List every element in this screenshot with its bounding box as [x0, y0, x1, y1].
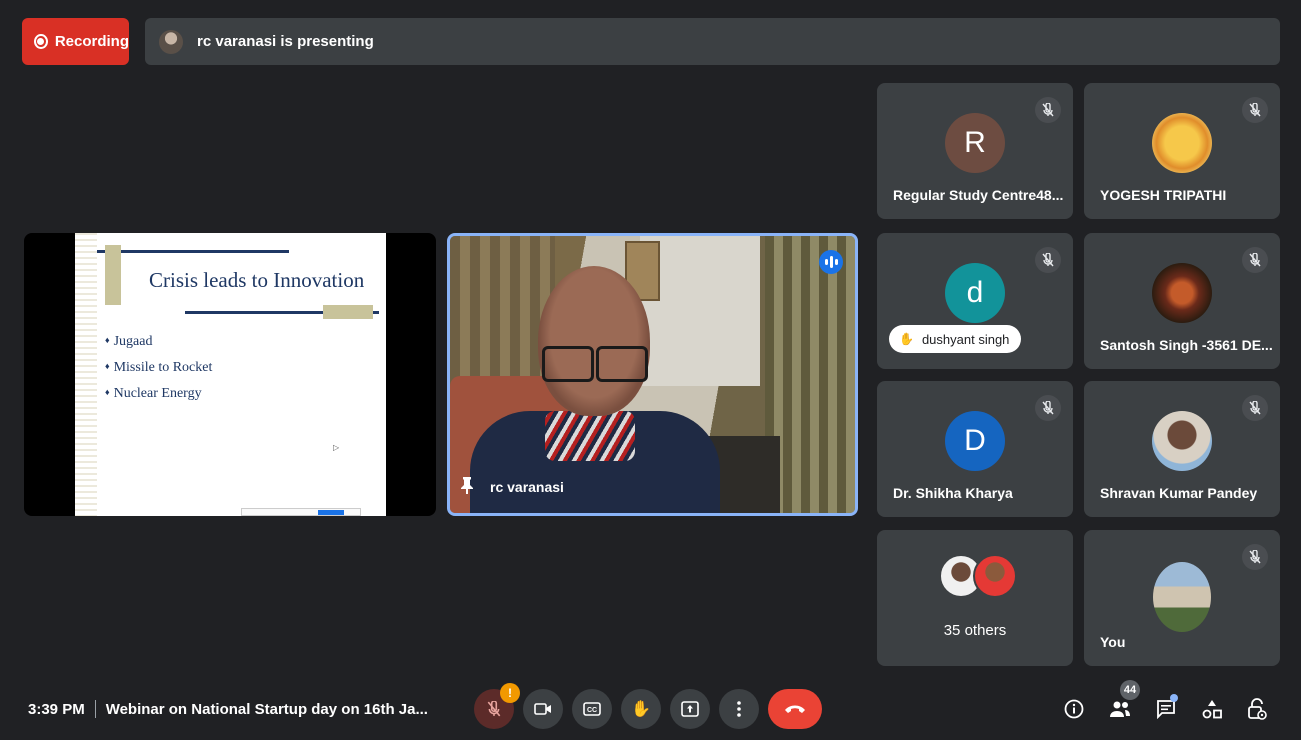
camera-icon	[534, 703, 551, 715]
people-icon	[1110, 701, 1130, 717]
host-controls-icon	[1248, 698, 1267, 720]
mic-off-icon	[1242, 97, 1268, 123]
participant-name: You	[1100, 634, 1126, 650]
participant-name: YOGESH TRIPATHI	[1100, 187, 1227, 203]
participant-tile[interactable]: d ✋ dushyant singh	[877, 233, 1073, 369]
recording-label: Recording	[54, 33, 129, 50]
slide-bullet: Jugaad	[105, 328, 212, 354]
slide-title: Crisis leads to Innovation	[149, 268, 365, 292]
mic-off-icon	[487, 701, 501, 717]
raise-hand-button[interactable]: ✋	[621, 689, 661, 729]
host-controls-button[interactable]	[1245, 697, 1269, 721]
speaker-label: rc varanasi	[460, 476, 564, 497]
avatar	[973, 554, 1017, 598]
slide-accent-bar	[105, 245, 121, 305]
presenting-text: rc varanasi is presenting	[197, 33, 374, 50]
presenting-banner: rc varanasi is presenting	[145, 18, 1280, 65]
mic-off-icon	[1242, 247, 1268, 273]
more-options-icon	[737, 701, 741, 717]
clock-time: 3:39 PM	[28, 700, 85, 718]
avatar: D	[945, 411, 1005, 471]
activities-icon	[1202, 700, 1222, 719]
avatar: R	[945, 113, 1005, 173]
others-count: 35 others	[943, 622, 1007, 639]
captions-icon: CC	[583, 702, 601, 716]
participant-name: dushyant singh	[921, 331, 1010, 347]
pin-icon[interactable]	[460, 476, 474, 497]
presentation-slide: Crisis leads to Innovation Jugaad Missil…	[75, 233, 386, 516]
slide-bullet-list: Jugaad Missile to Rocket Nuclear Energy	[105, 328, 213, 406]
slide-divider	[97, 250, 289, 253]
participant-name: Santosh Singh -3561 DE...	[1100, 337, 1273, 353]
avatar	[1153, 562, 1211, 632]
slide-accent-bar	[323, 305, 373, 319]
participant-name: Shravan Kumar Pandey	[1100, 485, 1258, 501]
captions-button[interactable]: CC	[572, 689, 612, 729]
avatar: d	[945, 263, 1005, 323]
participant-tile[interactable]: D Dr. Shikha Kharya	[877, 381, 1073, 517]
meeting-info-button[interactable]	[1062, 697, 1086, 721]
meeting-title: Webinar on National Startup day on 16th …	[105, 700, 428, 718]
avatar	[1152, 113, 1212, 173]
slide-stripes	[75, 233, 97, 516]
participant-name: Regular Study Centre48...	[893, 187, 1064, 203]
mic-off-icon	[1035, 97, 1061, 123]
camera-toggle-button[interactable]	[523, 689, 563, 729]
speaker-name: rc varanasi	[490, 478, 564, 495]
mic-off-icon	[1242, 395, 1268, 421]
speaker-head	[538, 266, 650, 416]
divider	[94, 700, 96, 718]
warning-badge: !	[500, 683, 520, 703]
cursor-icon: ▷	[333, 443, 340, 452]
participant-tile[interactable]: Shravan Kumar Pandey	[1084, 381, 1280, 517]
others-tile[interactable]: 35 others	[877, 530, 1073, 666]
mic-off-icon	[1242, 544, 1268, 570]
presenter-avatar	[159, 29, 183, 54]
chat-icon	[1157, 700, 1175, 719]
present-icon	[681, 701, 699, 717]
unread-dot	[1170, 694, 1178, 702]
participant-name: Dr. Shikha Kharya	[893, 485, 1013, 501]
slide-bullet: Missile to Rocket	[105, 354, 213, 380]
mic-toggle-button[interactable]: !	[474, 683, 520, 729]
record-icon	[34, 34, 48, 49]
recording-indicator[interactable]: Recording	[22, 18, 129, 65]
avatar	[1152, 263, 1212, 323]
speaker-glasses	[540, 346, 650, 382]
svg-text:CC: CC	[587, 707, 597, 714]
meeting-details: 3:39 PM Webinar on National Startup day …	[28, 700, 428, 718]
end-call-button[interactable]	[768, 689, 822, 729]
mic-off-icon	[1035, 395, 1061, 421]
presentation-tile[interactable]: Crisis leads to Innovation Jugaad Missil…	[24, 233, 436, 516]
raise-hand-icon: ✋	[899, 332, 914, 346]
present-now-button[interactable]	[670, 689, 710, 729]
speaker-collar	[545, 411, 635, 461]
participant-tile[interactable]: Santosh Singh -3561 DE...	[1084, 233, 1280, 369]
end-call-icon	[785, 705, 805, 713]
speaker-tile[interactable]: rc varanasi	[447, 233, 858, 516]
activities-button[interactable]	[1200, 697, 1224, 721]
people-button[interactable]	[1108, 697, 1132, 721]
slide-bullet: Nuclear Energy	[105, 380, 212, 406]
speaking-icon	[819, 250, 843, 274]
mic-off-icon	[1035, 247, 1061, 273]
avatar	[1152, 411, 1212, 471]
sharing-notice	[241, 508, 361, 516]
more-options-button[interactable]	[719, 689, 759, 729]
info-icon	[1064, 699, 1084, 719]
hand-raised-pill: ✋ dushyant singh	[889, 325, 1022, 353]
raise-hand-icon: ✋	[631, 701, 651, 718]
self-tile[interactable]: You	[1084, 530, 1280, 666]
participant-tile[interactable]: R Regular Study Centre48...	[877, 83, 1073, 219]
participant-tile[interactable]: YOGESH TRIPATHI	[1084, 83, 1280, 219]
others-avatars	[939, 554, 1019, 602]
